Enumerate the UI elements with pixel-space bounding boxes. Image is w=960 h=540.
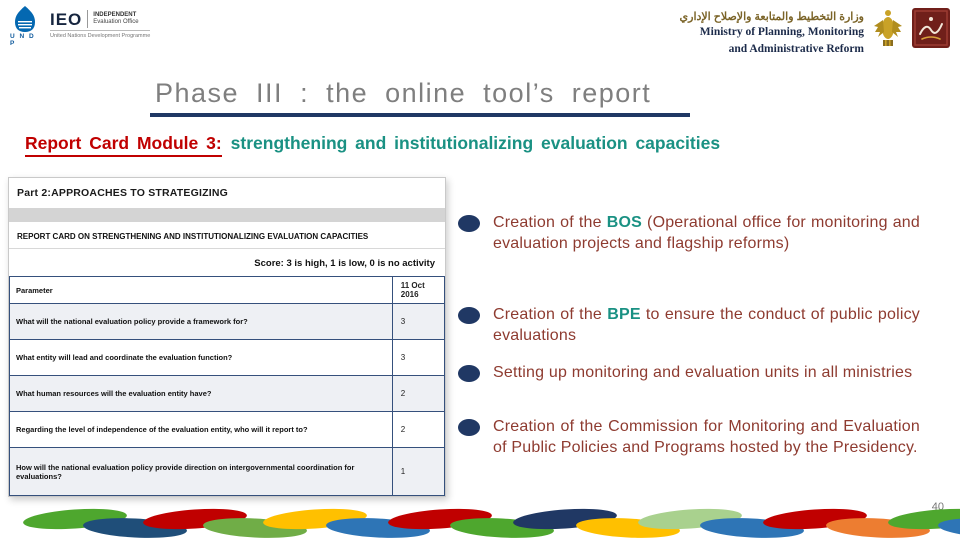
score-cell: 2: [391, 375, 446, 412]
score-cell: 3: [391, 303, 446, 340]
bullet-item: Creation of the Commission for Monitorin…: [458, 416, 920, 458]
bullet-text: Setting up monitoring and evaluation uni…: [493, 362, 912, 383]
ieo-name-line1: INDEPENDENT: [93, 11, 137, 18]
bullet-marker-icon: [458, 419, 480, 436]
score-cell: 1: [391, 447, 446, 496]
parameter-cell: What entity will lead and coordinate the…: [9, 339, 393, 376]
ministry-english-line1: Ministry of Planning, Monitoring: [699, 26, 864, 38]
table-header-row: Parameter 11 Oct 2016: [9, 276, 446, 304]
header-logos-right: وزارة التخطيط والمتابعة والإصلاح الإداري…: [680, 8, 950, 57]
subtitle-rest: strengthening and institutionalizing eva…: [230, 133, 721, 153]
parameter-column-header: Parameter: [9, 276, 393, 304]
ministry-text-block: وزارة التخطيط والمتابعة والإصلاح الإداري…: [680, 8, 864, 57]
parameter-cell: Regarding the level of independence of t…: [9, 411, 393, 448]
ministry-seal-icon: [912, 8, 950, 48]
score-cell: 2: [391, 411, 446, 448]
slide-subtitle: Report Card Module 3: strengthening and i…: [25, 133, 721, 157]
ieo-tagline: United Nations Development Programme: [50, 30, 151, 39]
header-logos-left: U N D P IEO INDEPENDENT Evaluation Offic…: [10, 6, 151, 47]
date-column-header: 11 Oct 2016: [391, 276, 446, 304]
slide: U N D P IEO INDEPENDENT Evaluation Offic…: [0, 0, 960, 540]
bullet-text-pre: Creation of the: [493, 214, 607, 231]
bullet-item: Creation of the BOS (Operational office …: [458, 212, 920, 254]
bullet-text: Creation of the Commission for Monitorin…: [493, 416, 920, 458]
page-title: Phase III : the online tool’s report: [155, 78, 652, 108]
bullet-item: Setting up monitoring and evaluation uni…: [458, 362, 920, 383]
bullet-term: BPE: [607, 306, 641, 323]
bullet-item: Creation of the BPE to ensure the conduc…: [458, 304, 920, 346]
parameter-cell: What will the national evaluation policy…: [9, 303, 393, 340]
parameter-cell: What human resources will the evaluation…: [9, 375, 393, 412]
report-card-title: REPORT CARD ON STRENGTHENING AND INSTITU…: [9, 222, 445, 249]
ieo-abbr: IEO: [50, 9, 83, 29]
table-row: Regarding the level of independence of t…: [9, 411, 446, 448]
parameter-cell: How will the national evaluation policy …: [9, 447, 393, 496]
bullet-text-pre: Creation of the Commission for Monitorin…: [493, 418, 920, 456]
bullet-text-pre: Creation of the: [493, 306, 608, 323]
report-card-screenshot: Part 2:APPROACHES TO STRATEGIZING REPORT…: [8, 177, 446, 497]
bullet-marker-icon: [458, 365, 480, 382]
table-row: How will the national evaluation policy …: [9, 447, 446, 496]
title-underline: [150, 113, 690, 117]
table-row: What entity will lead and coordinate the…: [9, 339, 446, 376]
ieo-logo: IEO INDEPENDENT Evaluation Office United…: [50, 6, 151, 39]
bullet-text: Creation of the BOS (Operational office …: [493, 212, 920, 254]
egypt-eagle-emblem-icon: [874, 10, 902, 46]
score-cell: 3: [391, 339, 446, 376]
bullet-text: Creation of the BPE to ensure the conduc…: [493, 304, 920, 346]
subtitle-lead: Report Card Module 3:: [25, 133, 222, 157]
part-title: Part 2:APPROACHES TO STRATEGIZING: [17, 187, 228, 199]
undp-letters: U N D P: [10, 33, 36, 47]
ieo-logo-top: IEO INDEPENDENT Evaluation Office: [50, 10, 150, 28]
ieo-name-line2: Evaluation Office: [93, 19, 139, 25]
bullet-text-pre: Setting up monitoring and evaluation uni…: [493, 364, 913, 381]
table-row: What will the national evaluation policy…: [9, 303, 446, 340]
bullet-marker-icon: [458, 307, 480, 324]
ieo-separator: [87, 10, 89, 28]
undp-emblem-icon: [15, 6, 35, 32]
undp-logo: U N D P: [10, 6, 40, 47]
ieo-name: INDEPENDENT Evaluation Office: [93, 12, 138, 27]
gray-divider: [9, 208, 445, 222]
report-card-table: Parameter 11 Oct 2016 What will the nati…: [9, 276, 446, 496]
bullet-marker-icon: [458, 215, 480, 232]
ministry-seal-calligraphy-icon: [914, 10, 948, 46]
score-note: Score: 3 is high, 1 is low, 0 is no acti…: [254, 258, 435, 269]
ministry-english-line2: and Administrative Reform: [728, 42, 864, 55]
bottom-stripe-decoration: [23, 508, 960, 538]
bullet-term: BOS: [606, 214, 643, 231]
table-row: What human resources will the evaluation…: [9, 375, 446, 412]
ministry-arabic-title: وزارة التخطيط والمتابعة والإصلاح الإداري: [679, 11, 864, 23]
